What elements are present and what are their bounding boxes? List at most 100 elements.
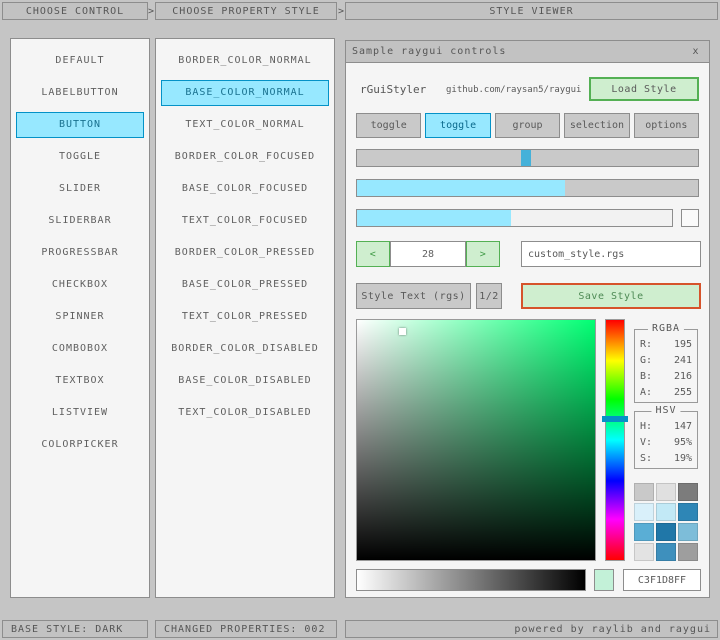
- sample-sliderbar[interactable]: [356, 179, 699, 197]
- list-item-checkbox[interactable]: CHECKBOX: [16, 272, 144, 298]
- list-item-text-color-focused[interactable]: TEXT_COLOR_FOCUSED: [161, 208, 329, 234]
- rgba-g-value: 241: [674, 353, 692, 369]
- list-item-border-color-focused[interactable]: BORDER_COLOR_FOCUSED: [161, 144, 329, 170]
- page-toggle-button[interactable]: 1/2: [476, 283, 502, 309]
- color-saturation-value-picker[interactable]: [356, 319, 596, 561]
- toggle-button-options[interactable]: options: [634, 113, 699, 138]
- styler-label: rGuiStyler: [360, 83, 426, 96]
- window-title: Sample raygui controls: [352, 46, 506, 57]
- palette-swatch[interactable]: [678, 543, 698, 561]
- sample-checkbox[interactable]: [681, 209, 699, 227]
- list-item-base-color-normal[interactable]: BASE_COLOR_NORMAL: [161, 80, 329, 106]
- list-item-base-color-pressed[interactable]: BASE_COLOR_PRESSED: [161, 272, 329, 298]
- list-item-toggle[interactable]: TOGGLE: [16, 144, 144, 170]
- hsv-group-label: HSV: [651, 405, 680, 416]
- progressbar-fill: [357, 210, 511, 226]
- window-content: rGuiStyler github.com/raysan5/raygui Loa…: [346, 63, 709, 597]
- hsv-v-label: V:: [640, 435, 652, 451]
- alpha-slider[interactable]: [356, 569, 586, 591]
- hsv-h-label: H:: [640, 419, 652, 435]
- toggle-button-toggle-1[interactable]: toggle: [356, 113, 421, 138]
- toggle-button-group[interactable]: group: [495, 113, 560, 138]
- palette-swatch[interactable]: [656, 483, 676, 501]
- list-item-base-color-focused[interactable]: BASE_COLOR_FOCUSED: [161, 176, 329, 202]
- list-item-base-color-disabled[interactable]: BASE_COLOR_DISABLED: [161, 368, 329, 394]
- sliderbar-fill: [357, 180, 565, 196]
- list-item-spinner[interactable]: SPINNER: [16, 304, 144, 330]
- list-item-border-color-pressed[interactable]: BORDER_COLOR_PRESSED: [161, 240, 329, 266]
- rguistyler-app: CHOOSE CONTROL > CHOOSE PROPERTY STYLE >…: [0, 0, 720, 640]
- toggle-button-selection[interactable]: selection: [564, 113, 629, 138]
- palette-swatch[interactable]: [656, 503, 676, 521]
- hsv-group: HSV H: 147 V: 95% S: 19%: [634, 411, 698, 469]
- style-viewer-window: Sample raygui controls x rGuiStyler gith…: [345, 40, 710, 598]
- hsv-h-value: 147: [674, 419, 692, 435]
- list-item-textbox[interactable]: TEXTBOX: [16, 368, 144, 394]
- list-item-labelbutton[interactable]: LABELBUTTON: [16, 80, 144, 106]
- status-changed-properties: CHANGED PROPERTIES: 002: [155, 620, 337, 638]
- rgba-group: RGBA R: 195 G: 241 B: 216 A: 255: [634, 329, 698, 403]
- palette-swatch[interactable]: [678, 503, 698, 521]
- close-icon[interactable]: x: [689, 45, 703, 59]
- status-powered-by: powered by raylib and raygui: [345, 620, 718, 638]
- slider-handle[interactable]: [521, 150, 531, 166]
- hsv-s-label: S:: [640, 451, 652, 467]
- spinner-decrement-button[interactable]: <: [356, 241, 390, 267]
- rgba-b-value: 216: [674, 369, 692, 385]
- list-item-slider[interactable]: SLIDER: [16, 176, 144, 202]
- chevron-right-icon: >: [337, 2, 345, 20]
- list-item-text-color-disabled[interactable]: TEXT_COLOR_DISABLED: [161, 400, 329, 426]
- list-item-text-color-normal[interactable]: TEXT_COLOR_NORMAL: [161, 112, 329, 138]
- palette-swatch[interactable]: [634, 503, 654, 521]
- list-item-border-color-disabled[interactable]: BORDER_COLOR_DISABLED: [161, 336, 329, 362]
- save-style-button[interactable]: Save Style: [521, 283, 701, 309]
- palette-swatch[interactable]: [634, 523, 654, 541]
- header-choose-property-style: CHOOSE PROPERTY STYLE: [155, 2, 337, 20]
- hsv-row-h: H: 147: [635, 419, 697, 435]
- rgba-g-label: G:: [640, 353, 652, 369]
- rgba-row-g: G: 241: [635, 353, 697, 369]
- color-palette-grid: [634, 483, 698, 561]
- rgba-r-value: 195: [674, 337, 692, 353]
- list-item-default[interactable]: DEFAULT: [16, 48, 144, 74]
- palette-swatch[interactable]: [634, 543, 654, 561]
- hex-color-input[interactable]: [623, 569, 701, 591]
- hue-slider[interactable]: [605, 319, 625, 561]
- rgba-row-a: A: 255: [635, 385, 697, 401]
- spinner-value-box[interactable]: 28: [390, 241, 466, 267]
- palette-swatch[interactable]: [678, 523, 698, 541]
- rgba-a-label: A:: [640, 385, 652, 401]
- palette-swatch[interactable]: [678, 483, 698, 501]
- style-text-button[interactable]: Style Text (rgs): [356, 283, 471, 309]
- palette-swatch[interactable]: [634, 483, 654, 501]
- list-item-listview[interactable]: LISTVIEW: [16, 400, 144, 426]
- rgba-r-label: R:: [640, 337, 652, 353]
- color-picker-marker[interactable]: [399, 328, 406, 335]
- header-style-viewer: STYLE VIEWER: [345, 2, 718, 20]
- list-item-button[interactable]: BUTTON: [16, 112, 144, 138]
- list-item-colorpicker[interactable]: COLORPICKER: [16, 432, 144, 458]
- spinner-increment-button[interactable]: >: [466, 241, 500, 267]
- toggle-button-toggle-2-active[interactable]: toggle: [425, 113, 490, 138]
- rgba-group-label: RGBA: [648, 323, 684, 334]
- rgba-b-label: B:: [640, 369, 652, 385]
- palette-swatch[interactable]: [656, 523, 676, 541]
- filename-input[interactable]: [521, 241, 701, 267]
- chevron-right-icon: >: [147, 2, 155, 20]
- list-item-combobox[interactable]: COMBOBOX: [16, 336, 144, 362]
- window-titlebar[interactable]: Sample raygui controls x: [346, 41, 709, 63]
- sample-slider[interactable]: [356, 149, 699, 167]
- list-item-sliderbar[interactable]: SLIDERBAR: [16, 208, 144, 234]
- load-style-button[interactable]: Load Style: [589, 77, 699, 101]
- hsv-row-s: S: 19%: [635, 451, 697, 467]
- palette-swatch[interactable]: [656, 543, 676, 561]
- hsv-v-value: 95%: [674, 435, 692, 451]
- properties-list-panel: BORDER_COLOR_NORMAL BASE_COLOR_NORMAL TE…: [155, 38, 335, 598]
- list-item-progressbar[interactable]: PROGRESSBAR: [16, 240, 144, 266]
- list-item-text-color-pressed[interactable]: TEXT_COLOR_PRESSED: [161, 304, 329, 330]
- repo-link[interactable]: github.com/raysan5/raygui: [446, 85, 581, 95]
- hue-slider-handle[interactable]: [602, 416, 628, 422]
- toggle-group: toggle toggle group selection options: [356, 113, 699, 138]
- list-item-border-color-normal[interactable]: BORDER_COLOR_NORMAL: [161, 48, 329, 74]
- rgba-row-b: B: 216: [635, 369, 697, 385]
